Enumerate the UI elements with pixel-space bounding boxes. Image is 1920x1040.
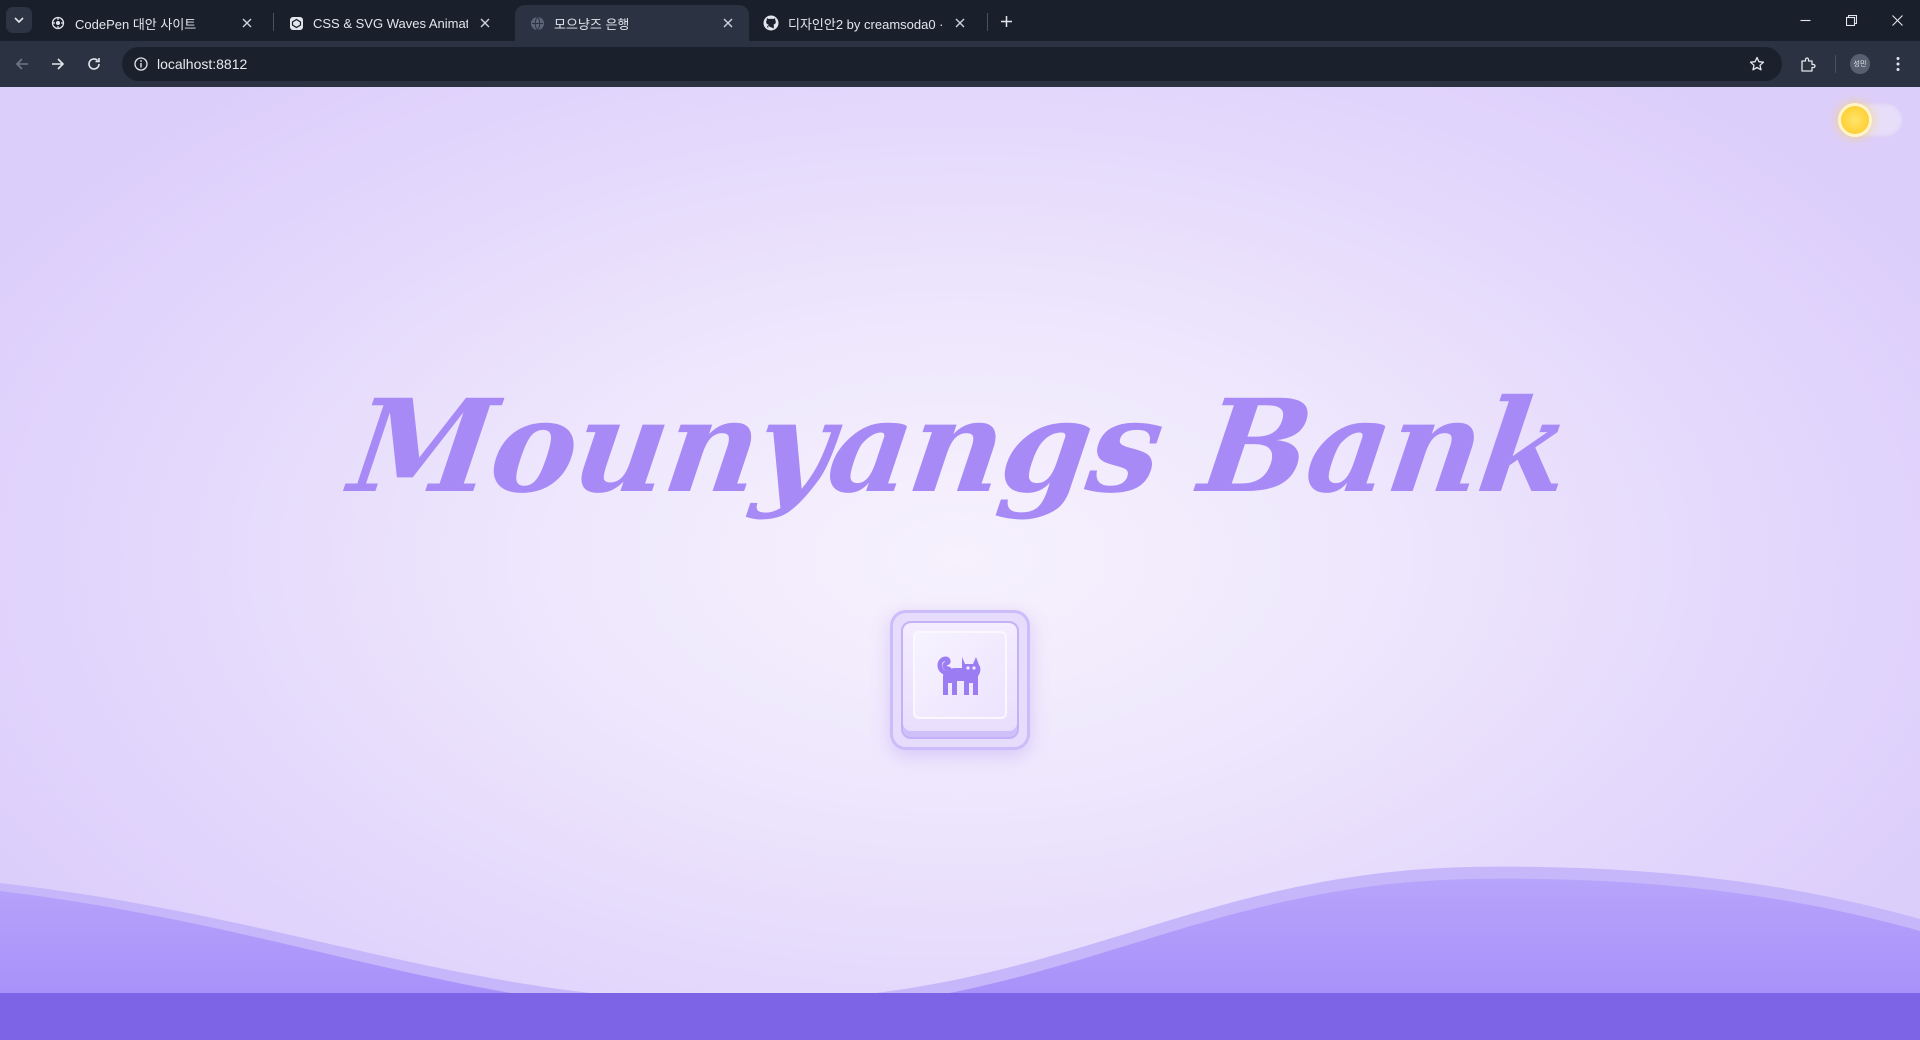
browser-toolbar: localhost:8812 성민 <box>0 41 1920 87</box>
address-bar[interactable]: localhost:8812 <box>122 47 1782 81</box>
url-text[interactable]: localhost:8812 <box>157 56 247 72</box>
close-tab-icon[interactable] <box>238 14 256 32</box>
tab-mounyangs-bank[interactable]: 모으냥즈 은행 <box>515 5 749 41</box>
brand-title: Mounyangs Bank <box>342 372 1578 522</box>
browser-menu-button[interactable] <box>1884 50 1912 78</box>
arrow-left-icon <box>15 58 28 70</box>
wave-footer <box>0 866 1920 1040</box>
codepen-icon <box>50 15 66 31</box>
new-tab-button[interactable] <box>993 8 1019 34</box>
page-viewport: Mounyangs Bank <box>0 87 1920 1040</box>
sun-icon <box>1841 106 1869 134</box>
close-window-button[interactable] <box>1874 0 1920 40</box>
avatar: 성민 <box>1850 54 1870 74</box>
chevron-down-icon <box>14 17 24 24</box>
tab-title: CSS & SVG Waves Animation <box>313 15 468 31</box>
restore-icon <box>1845 14 1857 26</box>
reload-button[interactable] <box>80 50 108 78</box>
theme-toggle[interactable] <box>1837 103 1903 137</box>
tab-strip: CodePen 대안 사이트 CSS & SVG Waves Animation… <box>0 0 1920 41</box>
plus-icon <box>1000 15 1012 27</box>
globe-icon <box>529 15 545 31</box>
close-tab-icon[interactable] <box>719 14 737 32</box>
arrow-right-icon <box>52 58 65 70</box>
key-cap <box>901 621 1019 739</box>
close-icon <box>1891 14 1903 26</box>
extensions-button[interactable] <box>1794 50 1822 78</box>
bookmark-star-icon[interactable] <box>1746 53 1768 75</box>
reload-icon <box>88 58 100 70</box>
site-info-icon[interactable] <box>130 53 152 75</box>
kebab-menu-icon <box>1896 57 1900 71</box>
cat-key-button[interactable] <box>890 610 1030 750</box>
toolbar-divider <box>1835 55 1836 73</box>
tab-title: 모으냥즈 은행 <box>554 16 630 32</box>
tab-codepen-alternatives[interactable]: CodePen 대안 사이트 <box>36 5 268 41</box>
github-icon <box>763 15 779 31</box>
close-tab-icon[interactable] <box>951 14 969 32</box>
minimize-icon <box>1800 19 1810 21</box>
forward-button[interactable] <box>44 50 72 78</box>
tab-css-svg-waves[interactable]: CSS & SVG Waves Animation <box>274 5 506 41</box>
tab-divider <box>987 13 988 31</box>
tab-github-design[interactable]: 디자인안2 by creamsoda0 · Pu <box>749 5 981 41</box>
close-tab-icon[interactable] <box>476 14 494 32</box>
restore-button[interactable] <box>1828 0 1874 40</box>
puzzle-icon <box>1801 57 1816 72</box>
cat-icon <box>937 656 981 695</box>
tab-search-button[interactable] <box>6 7 32 33</box>
codepen-icon <box>288 15 304 31</box>
back-button[interactable] <box>8 50 36 78</box>
profile-button[interactable]: 성민 <box>1846 50 1874 78</box>
tab-title: CodePen 대안 사이트 <box>75 16 197 32</box>
tab-title: 디자인안2 by creamsoda0 · Pu <box>788 16 943 32</box>
footer-band <box>0 993 1920 1040</box>
minimize-button[interactable] <box>1782 0 1828 40</box>
key-face <box>913 631 1007 719</box>
